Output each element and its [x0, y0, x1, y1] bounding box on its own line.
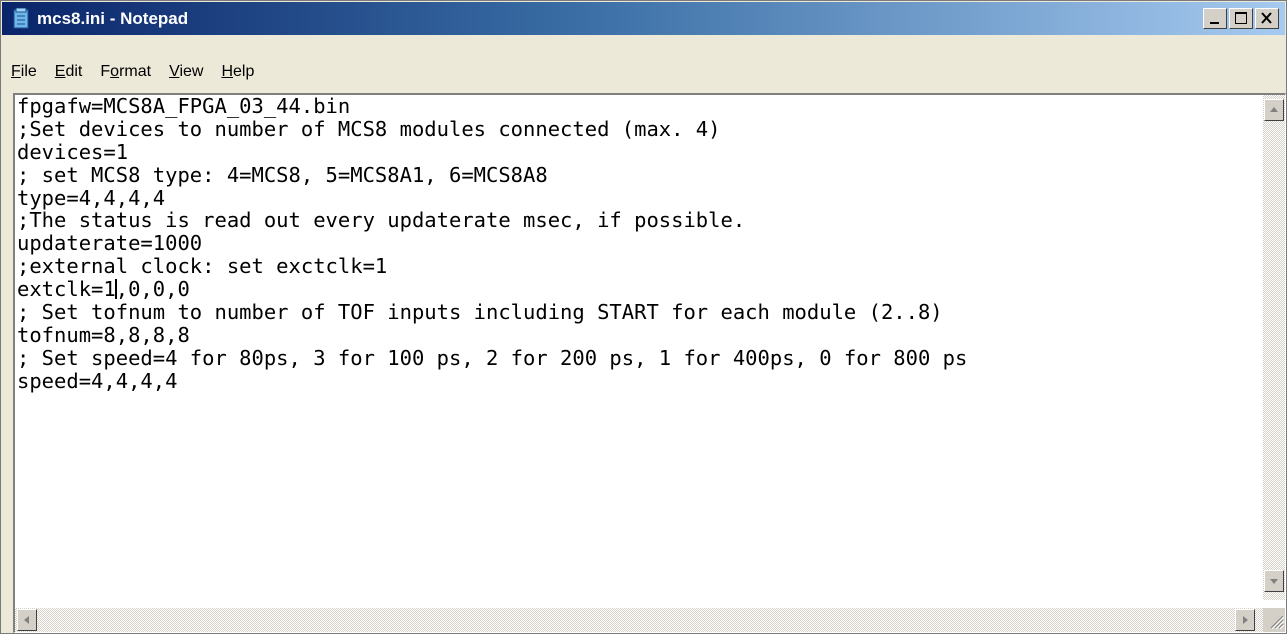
arrow-down-icon: [1270, 579, 1278, 584]
title-bar[interactable]: mcs8.ini - Notepad: [2, 2, 1285, 35]
maximize-button[interactable]: [1229, 8, 1253, 29]
horizontal-scrollbar[interactable]: [15, 608, 1263, 632]
text-line[interactable]: extclk=1,0,0,0: [17, 278, 1257, 301]
close-button[interactable]: [1255, 8, 1279, 29]
text-line[interactable]: devices=1: [17, 140, 1257, 164]
resize-grip[interactable]: [1263, 608, 1285, 632]
caption-buttons: [1201, 8, 1279, 30]
menu-format[interactable]: Format: [100, 61, 151, 83]
resize-grip-icon: [1270, 615, 1285, 630]
notepad-icon: [13, 8, 29, 29]
minimize-icon: [1210, 22, 1219, 24]
text-line[interactable]: ; Set speed=4 for 80ps, 3 for 100 ps, 2 …: [17, 346, 1257, 370]
text-line[interactable]: ;external clock: set exctclk=1: [17, 255, 1257, 278]
text-line[interactable]: speed=4,4,4,4: [17, 369, 1257, 393]
menu-edit[interactable]: Edit: [55, 61, 83, 83]
text-line[interactable]: fpgafw=MCS8A_FPGA_03_44.bin: [17, 95, 1257, 118]
scroll-left-button[interactable]: [17, 609, 37, 631]
menu-file[interactable]: File: [11, 61, 37, 83]
text-line[interactable]: ; set MCS8 type: 4=MCS8, 5=MCS8A1, 6=MCS…: [17, 163, 1257, 187]
scroll-right-button[interactable]: [1235, 609, 1255, 631]
scroll-down-button[interactable]: [1264, 570, 1284, 592]
minimize-button[interactable]: [1203, 8, 1227, 29]
scroll-up-button[interactable]: [1264, 99, 1284, 121]
vertical-scrollbar[interactable]: [1263, 95, 1285, 600]
text-line[interactable]: ; Set tofnum to number of TOF inputs inc…: [17, 301, 1257, 324]
text-content[interactable]: fpgafw=MCS8A_FPGA_03_44.bin ;Set devices …: [17, 95, 1257, 600]
editor[interactable]: fpgafw=MCS8A_FPGA_03_44.bin ;Set devices …: [13, 93, 1286, 633]
text-line[interactable]: tofnum=8,8,8,8: [17, 324, 1257, 347]
window-title: mcs8.ini - Notepad: [37, 9, 189, 28]
menu-bar: File Edit Format View Help: [2, 35, 1285, 92]
close-icon: [1261, 12, 1272, 24]
maximize-icon: [1235, 12, 1247, 24]
arrow-up-icon: [1270, 107, 1278, 112]
arrow-left-icon: [24, 616, 29, 624]
text-line[interactable]: ;Set devices to number of MCS8 modules c…: [17, 117, 1257, 141]
menu-view[interactable]: View: [169, 61, 203, 83]
text-line[interactable]: type=4,4,4,4: [17, 186, 1257, 210]
menu-help[interactable]: Help: [221, 61, 254, 83]
arrow-right-icon: [1243, 616, 1248, 624]
text-line[interactable]: ;The status is read out every updaterate…: [17, 209, 1257, 232]
text-line[interactable]: updaterate=1000: [17, 232, 1257, 255]
notepad-window: mcs8.ini - Notepad File Edit Format View…: [0, 0, 1287, 634]
